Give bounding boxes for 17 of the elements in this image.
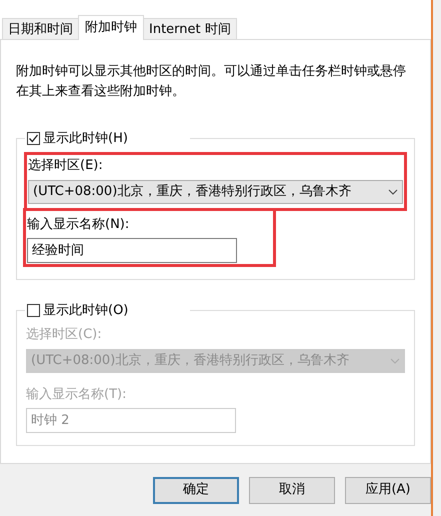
timezone-label: 选择时区(C): [26,326,103,344]
dialog-button[interactable]: 应用(A) [345,476,431,504]
timezone-label: 选择时区(E): [28,157,104,175]
chevron-down-icon [388,188,398,194]
timezone-dropdown[interactable]: (UTC+08:00)北京，重庆，香港特别行政区，乌鲁木齐 [28,180,403,204]
checkbox[interactable] [27,304,40,318]
tab[interactable]: 日期和时间 [2,18,79,40]
tab[interactable]: Internet 时间 [143,18,237,40]
name-label: 输入显示名称(N): [27,216,130,234]
dialog-button[interactable]: 取消 [249,476,335,504]
tab[interactable]: 附加时钟 [78,15,144,40]
description-text: 附加时钟可以显示其他时区的时间。可以通过单击任务栏时钟或悬停在其上来查看这些附加时钟。 [15,63,407,101]
name-field[interactable]: 经验时间 [27,238,237,263]
checkbox[interactable] [27,132,40,146]
dialog-button[interactable]: 确定 [153,476,239,504]
name-label: 输入显示名称(T): [26,386,128,404]
chevron-down-icon [390,358,400,364]
